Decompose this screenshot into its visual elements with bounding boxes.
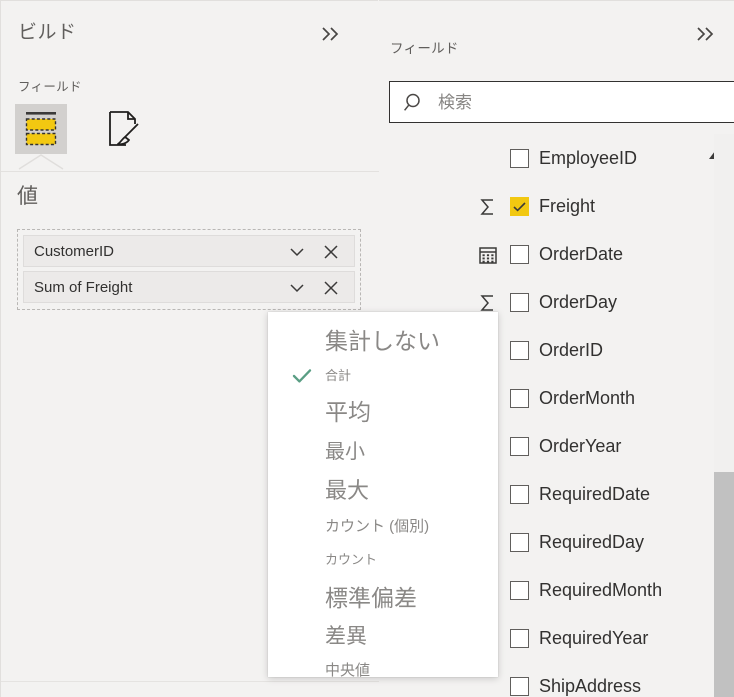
- search-icon: [402, 91, 426, 115]
- value-chip-sum-of-freight[interactable]: Sum of Freight: [23, 271, 355, 303]
- chevron-double-right-glyph: [322, 27, 339, 41]
- close-glyph: [324, 245, 338, 259]
- aggregation-menu-item-label: 平均: [325, 399, 371, 425]
- sigma-glyph: [480, 295, 493, 311]
- field-checkbox[interactable]: [510, 389, 529, 408]
- field-checkbox[interactable]: [510, 197, 529, 216]
- field-checkbox[interactable]: [510, 677, 529, 696]
- field-list-item-label: RequiredDate: [539, 484, 651, 504]
- tab-selected-pointer: [15, 154, 67, 170]
- field-list-item-label: RequiredYear: [539, 628, 649, 648]
- aggregation-menu-item[interactable]: カウント: [268, 543, 498, 577]
- field-checkbox[interactable]: [510, 485, 529, 504]
- aggregation-menu-item[interactable]: 中央値: [268, 655, 498, 677]
- pointer-caret-glyph: [18, 154, 64, 170]
- chevron-double-right-glyph: [697, 27, 714, 41]
- values-well-dropzone[interactable]: CustomerID Sum of Freight: [17, 229, 361, 310]
- tabs-underline: [1, 171, 379, 172]
- power-bi-visualizations-pane: ビルド フィールド 値 CustomerID Sum of Freight フィ…: [0, 0, 734, 697]
- field-checkbox[interactable]: [510, 629, 529, 648]
- calendar-icon: [477, 244, 499, 266]
- checkmark-glyph: [513, 202, 526, 212]
- build-panel-title: ビルド: [18, 22, 77, 43]
- tab-format[interactable]: [97, 104, 149, 154]
- field-list-item-label: ShipAddress: [539, 676, 642, 696]
- build-fields-sublabel: フィールド: [18, 80, 82, 94]
- value-chip-label: Sum of Freight: [34, 279, 133, 296]
- close-icon[interactable]: [320, 241, 342, 263]
- field-list-item-label: Freight: [539, 196, 596, 216]
- aggregation-menu-item-label: 最小: [325, 441, 365, 463]
- aggregation-menu-item[interactable]: カウント (個別): [268, 511, 498, 543]
- field-list-item[interactable]: EmployeeID: [379, 135, 734, 183]
- checkmark-icon: [291, 365, 313, 387]
- search-input[interactable]: 検索: [389, 81, 734, 123]
- field-list-item-label: RequiredMonth: [539, 580, 663, 600]
- aggregation-menu-item-label: カウント (個別): [325, 518, 430, 535]
- tab-build[interactable]: [15, 104, 67, 154]
- chevron-double-right-icon[interactable]: [314, 21, 348, 51]
- field-checkbox[interactable]: [510, 245, 529, 264]
- aggregation-context-menu[interactable]: 集計しない合計平均最小最大カウント (個別) カウント標準偏差差異中央値: [268, 312, 498, 677]
- field-checkbox[interactable]: [510, 149, 529, 168]
- format-paintbrush-icon: [109, 111, 139, 146]
- sigma-icon: [477, 196, 499, 218]
- value-chip-label: CustomerID: [34, 243, 115, 260]
- aggregation-menu-item[interactable]: 集計しない: [268, 321, 498, 361]
- field-list-item-label: OrderID: [539, 340, 604, 360]
- aggregation-menu-item-label: 集計しない: [325, 328, 440, 354]
- left-panel-divider: [1, 681, 379, 682]
- sigma-icon: [477, 292, 499, 314]
- build-tab-strip: [1, 99, 379, 171]
- close-glyph: [324, 281, 338, 295]
- aggregation-menu-item-label: カウント: [325, 552, 378, 567]
- field-list-item-label: OrderDay: [539, 292, 618, 312]
- field-list-item-label: OrderMonth: [539, 388, 636, 408]
- search-glyph: [404, 93, 420, 111]
- aggregation-menu-item-label: 合計: [325, 368, 352, 383]
- aggregation-menu-item-label: 最大: [325, 478, 370, 503]
- fields-panel-title: フィールド: [390, 41, 459, 56]
- aggregation-menu-item-label: 差異: [325, 625, 367, 648]
- value-chip-customerid[interactable]: CustomerID: [23, 235, 355, 267]
- sigma-glyph: [480, 199, 493, 215]
- aggregation-menu-item-label: 中央値: [325, 662, 371, 677]
- field-checkbox[interactable]: [510, 293, 529, 312]
- field-checkbox[interactable]: [510, 533, 529, 552]
- field-list-item-label: OrderDate: [539, 244, 624, 264]
- aggregation-menu-item[interactable]: 標準偏差: [268, 577, 498, 619]
- aggregation-menu-item[interactable]: 最大: [268, 471, 498, 511]
- build-table-icon: [25, 112, 57, 146]
- field-list-item[interactable]: Freight: [379, 183, 734, 231]
- chevron-down-glyph: [290, 284, 304, 293]
- field-checkbox[interactable]: [510, 437, 529, 456]
- search-placeholder: 検索: [438, 93, 472, 112]
- chevron-down-glyph: [290, 248, 304, 257]
- field-list-scrollbar-thumb[interactable]: [714, 472, 734, 697]
- chevron-double-right-icon[interactable]: [689, 21, 723, 51]
- chevron-down-icon[interactable]: [286, 241, 308, 263]
- aggregation-menu-item[interactable]: 合計: [268, 361, 498, 391]
- close-icon[interactable]: [320, 277, 342, 299]
- aggregation-menu-item[interactable]: 平均: [268, 391, 498, 433]
- calendar-glyph: [479, 247, 497, 264]
- field-list-item-label: OrderYear: [539, 436, 622, 456]
- values-well-label: 値: [17, 185, 38, 208]
- field-checkbox[interactable]: [510, 581, 529, 600]
- aggregation-menu-item[interactable]: 最小: [268, 433, 498, 471]
- checkmark-glyph: [292, 369, 312, 383]
- chevron-down-icon[interactable]: [286, 277, 308, 299]
- field-list-item[interactable]: OrderDate: [379, 231, 734, 279]
- field-list-item-label: RequiredDay: [539, 532, 645, 552]
- field-checkbox[interactable]: [510, 341, 529, 360]
- aggregation-menu-item-label: 標準偏差: [325, 585, 417, 611]
- aggregation-menu-item[interactable]: 差異: [268, 619, 498, 655]
- field-list-item-label: EmployeeID: [539, 148, 638, 168]
